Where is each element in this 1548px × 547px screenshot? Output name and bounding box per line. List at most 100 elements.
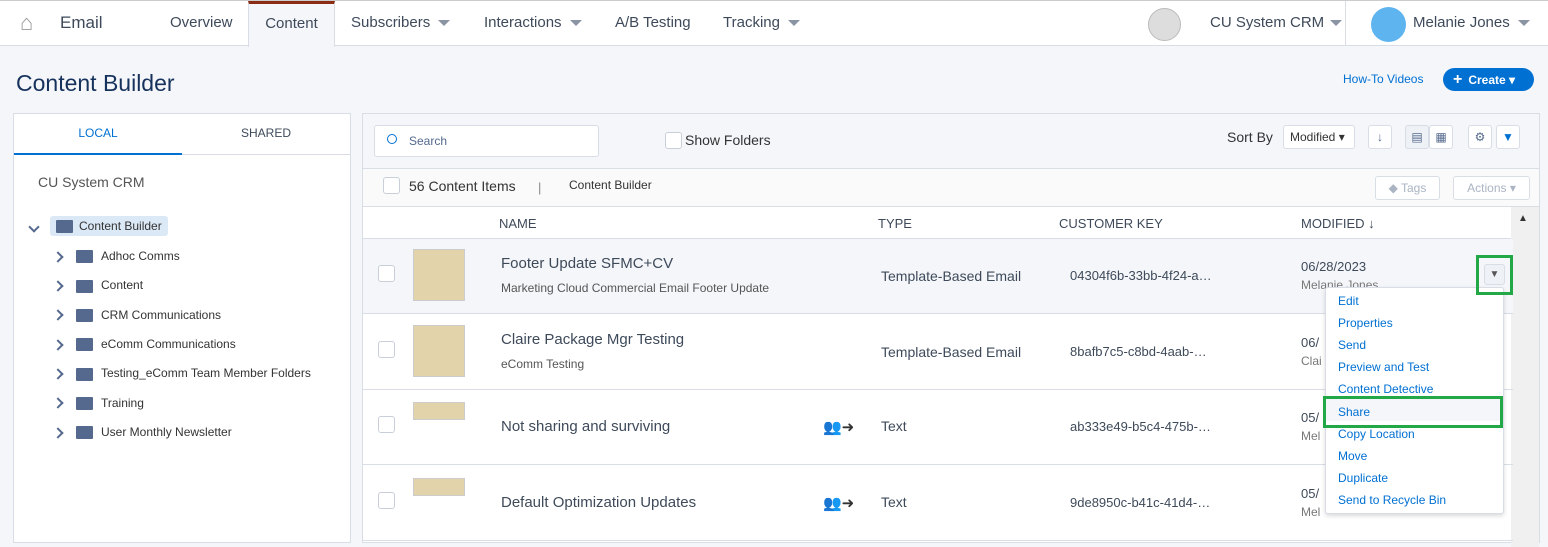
thumbnail (413, 402, 465, 420)
modified-by: Mel (1301, 504, 1321, 519)
chevron-right-icon[interactable] (52, 368, 64, 380)
menu-item-send[interactable]: Send (1338, 338, 1366, 352)
user-avatar[interactable] (1371, 7, 1406, 42)
app-name: Email (60, 13, 103, 32)
folder-label: Content Builder (79, 219, 162, 233)
separator: | (538, 180, 542, 195)
customer-key: ab333e49-b5c4-475b-… (1070, 419, 1211, 434)
tab-shared[interactable]: SHARED (182, 114, 350, 155)
folder-item[interactable]: CRM Communications (52, 304, 221, 326)
tab-overview[interactable]: Overview (170, 1, 233, 46)
chevron-right-icon[interactable] (52, 309, 64, 322)
create-button[interactable]: + Create ▾ (1443, 68, 1534, 91)
folder-item[interactable]: Adhoc Comms (52, 245, 180, 267)
menu-item-content-detective[interactable]: Content Detective (1338, 382, 1433, 396)
modified-date: 06/ (1301, 334, 1320, 350)
tab-interactions[interactable]: Interactions (484, 1, 582, 46)
folder-icon (76, 250, 93, 264)
content-type: Template-Based Email (881, 268, 1022, 284)
tab-ab-testing[interactable]: A/B Testing (615, 1, 691, 46)
content-name[interactable]: Not sharing and surviving (501, 418, 670, 435)
user-name: Melanie Jones (1413, 14, 1510, 31)
breadcrumb[interactable]: Content Builder (569, 178, 652, 192)
account-name: CU System CRM (1210, 14, 1325, 31)
row-dropdown-button[interactable]: ▼ (1484, 264, 1505, 285)
caret-down-icon (787, 20, 800, 27)
list-view-button[interactable]: ▤ (1405, 125, 1429, 149)
how-to-videos-link[interactable]: How-To Videos (1343, 72, 1423, 86)
column-name[interactable]: NAME (499, 216, 537, 231)
search-icon (387, 134, 397, 144)
search-input[interactable]: Search (374, 125, 599, 157)
content-description: eComm Testing (501, 356, 585, 371)
folder-item[interactable]: Content (52, 274, 143, 296)
chevron-right-icon[interactable] (52, 280, 64, 292)
column-type[interactable]: TYPE (878, 216, 912, 231)
folder-item[interactable]: User Monthly Newsletter (52, 421, 232, 443)
grid-view-button[interactable]: ▦ (1429, 125, 1453, 149)
filter-icon[interactable]: ▼ (1496, 125, 1520, 149)
modified-by: Clai (1301, 353, 1322, 368)
tab-label: Tracking (723, 14, 780, 31)
settings-gear-icon[interactable]: ⚙ (1468, 125, 1492, 149)
sort-direction-button[interactable]: ↓ (1368, 125, 1392, 149)
column-modified[interactable]: MODIFIED ↓ (1301, 216, 1375, 231)
scrollbar[interactable]: ▲ (1511, 207, 1539, 547)
content-name[interactable]: Claire Package Mgr Testing (501, 331, 684, 348)
customer-key: 9de8950c-b41c-41d4-… (1070, 494, 1211, 510)
caret-down-icon (438, 20, 451, 27)
folder-label: Training (101, 395, 144, 410)
home-icon[interactable]: ⌂ (20, 12, 44, 34)
row-checkbox[interactable] (378, 416, 395, 433)
column-customer-key[interactable]: CUSTOMER KEY (1059, 216, 1163, 231)
row-checkbox[interactable] (378, 340, 395, 358)
modified-by: Mel (1301, 429, 1321, 443)
scroll-up-icon[interactable]: ▲ (1518, 213, 1528, 224)
menu-item-preview-and-test[interactable]: Preview and Test (1338, 360, 1429, 374)
modified-date: 05/ (1301, 485, 1320, 501)
chevron-right-icon[interactable] (52, 339, 64, 351)
show-folders-checkbox[interactable] (665, 132, 682, 149)
row-checkbox[interactable] (378, 491, 395, 509)
tab-content[interactable]: Content (248, 1, 335, 47)
select-all-checkbox[interactable] (383, 177, 400, 194)
content-name[interactable]: Footer Update SFMC+CV (501, 255, 673, 272)
shared-user-icon: 👥➜ (823, 494, 855, 512)
folder-item[interactable]: eComm Communications (52, 333, 236, 355)
chevron-right-icon[interactable] (52, 251, 64, 263)
tags-button[interactable]: ◆ Tags (1375, 176, 1440, 200)
content-description: Marketing Cloud Commercial Email Footer … (501, 281, 770, 295)
menu-item-edit[interactable]: Edit (1338, 294, 1359, 308)
menu-item-duplicate[interactable]: Duplicate (1338, 471, 1388, 485)
caret-down-icon (569, 20, 582, 27)
menu-item-copy-location[interactable]: Copy Location (1338, 427, 1415, 441)
user-menu[interactable]: Melanie Jones (1413, 1, 1530, 46)
customer-key: 8bafb7c5-c8bd-4aab-… (1070, 343, 1207, 359)
folder-content-builder[interactable]: Content Builder (28, 215, 168, 237)
tab-subscribers[interactable]: Subscribers (351, 1, 451, 46)
account-switcher[interactable]: CU System CRM (1210, 1, 1343, 46)
folder-item[interactable]: Training (52, 392, 144, 414)
menu-item-properties[interactable]: Properties (1338, 316, 1393, 330)
folder-icon (76, 338, 93, 352)
folder-item[interactable]: Testing_eComm Team Member Folders (52, 362, 311, 384)
customer-key: 04304f6b-33bb-4f24-a… (1070, 268, 1212, 283)
content-name[interactable]: Default Optimization Updates (501, 494, 696, 511)
folder-label: User Monthly Newsletter (101, 424, 232, 439)
content-type: Text (881, 418, 907, 434)
menu-item-move[interactable]: Move (1338, 449, 1367, 463)
org-name: CU System CRM (38, 174, 145, 190)
actions-button[interactable]: Actions ▾ (1453, 176, 1530, 200)
sort-select[interactable]: Modified ▾ (1283, 125, 1355, 149)
tags-label: Tags (1401, 181, 1427, 195)
show-folders-label: Show Folders (685, 132, 771, 148)
menu-item-send-to-recycle-bin[interactable]: Send to Recycle Bin (1338, 493, 1446, 507)
folder-label: Testing_eComm Team Member Folders (101, 366, 311, 381)
tab-local[interactable]: LOCAL (14, 114, 182, 155)
row-checkbox[interactable] (378, 265, 395, 282)
chevron-down-icon[interactable] (28, 221, 40, 233)
chevron-right-icon[interactable] (52, 426, 64, 439)
tab-tracking[interactable]: Tracking (723, 1, 800, 46)
einstein-avatar (1148, 8, 1181, 41)
chevron-right-icon[interactable] (52, 397, 64, 409)
